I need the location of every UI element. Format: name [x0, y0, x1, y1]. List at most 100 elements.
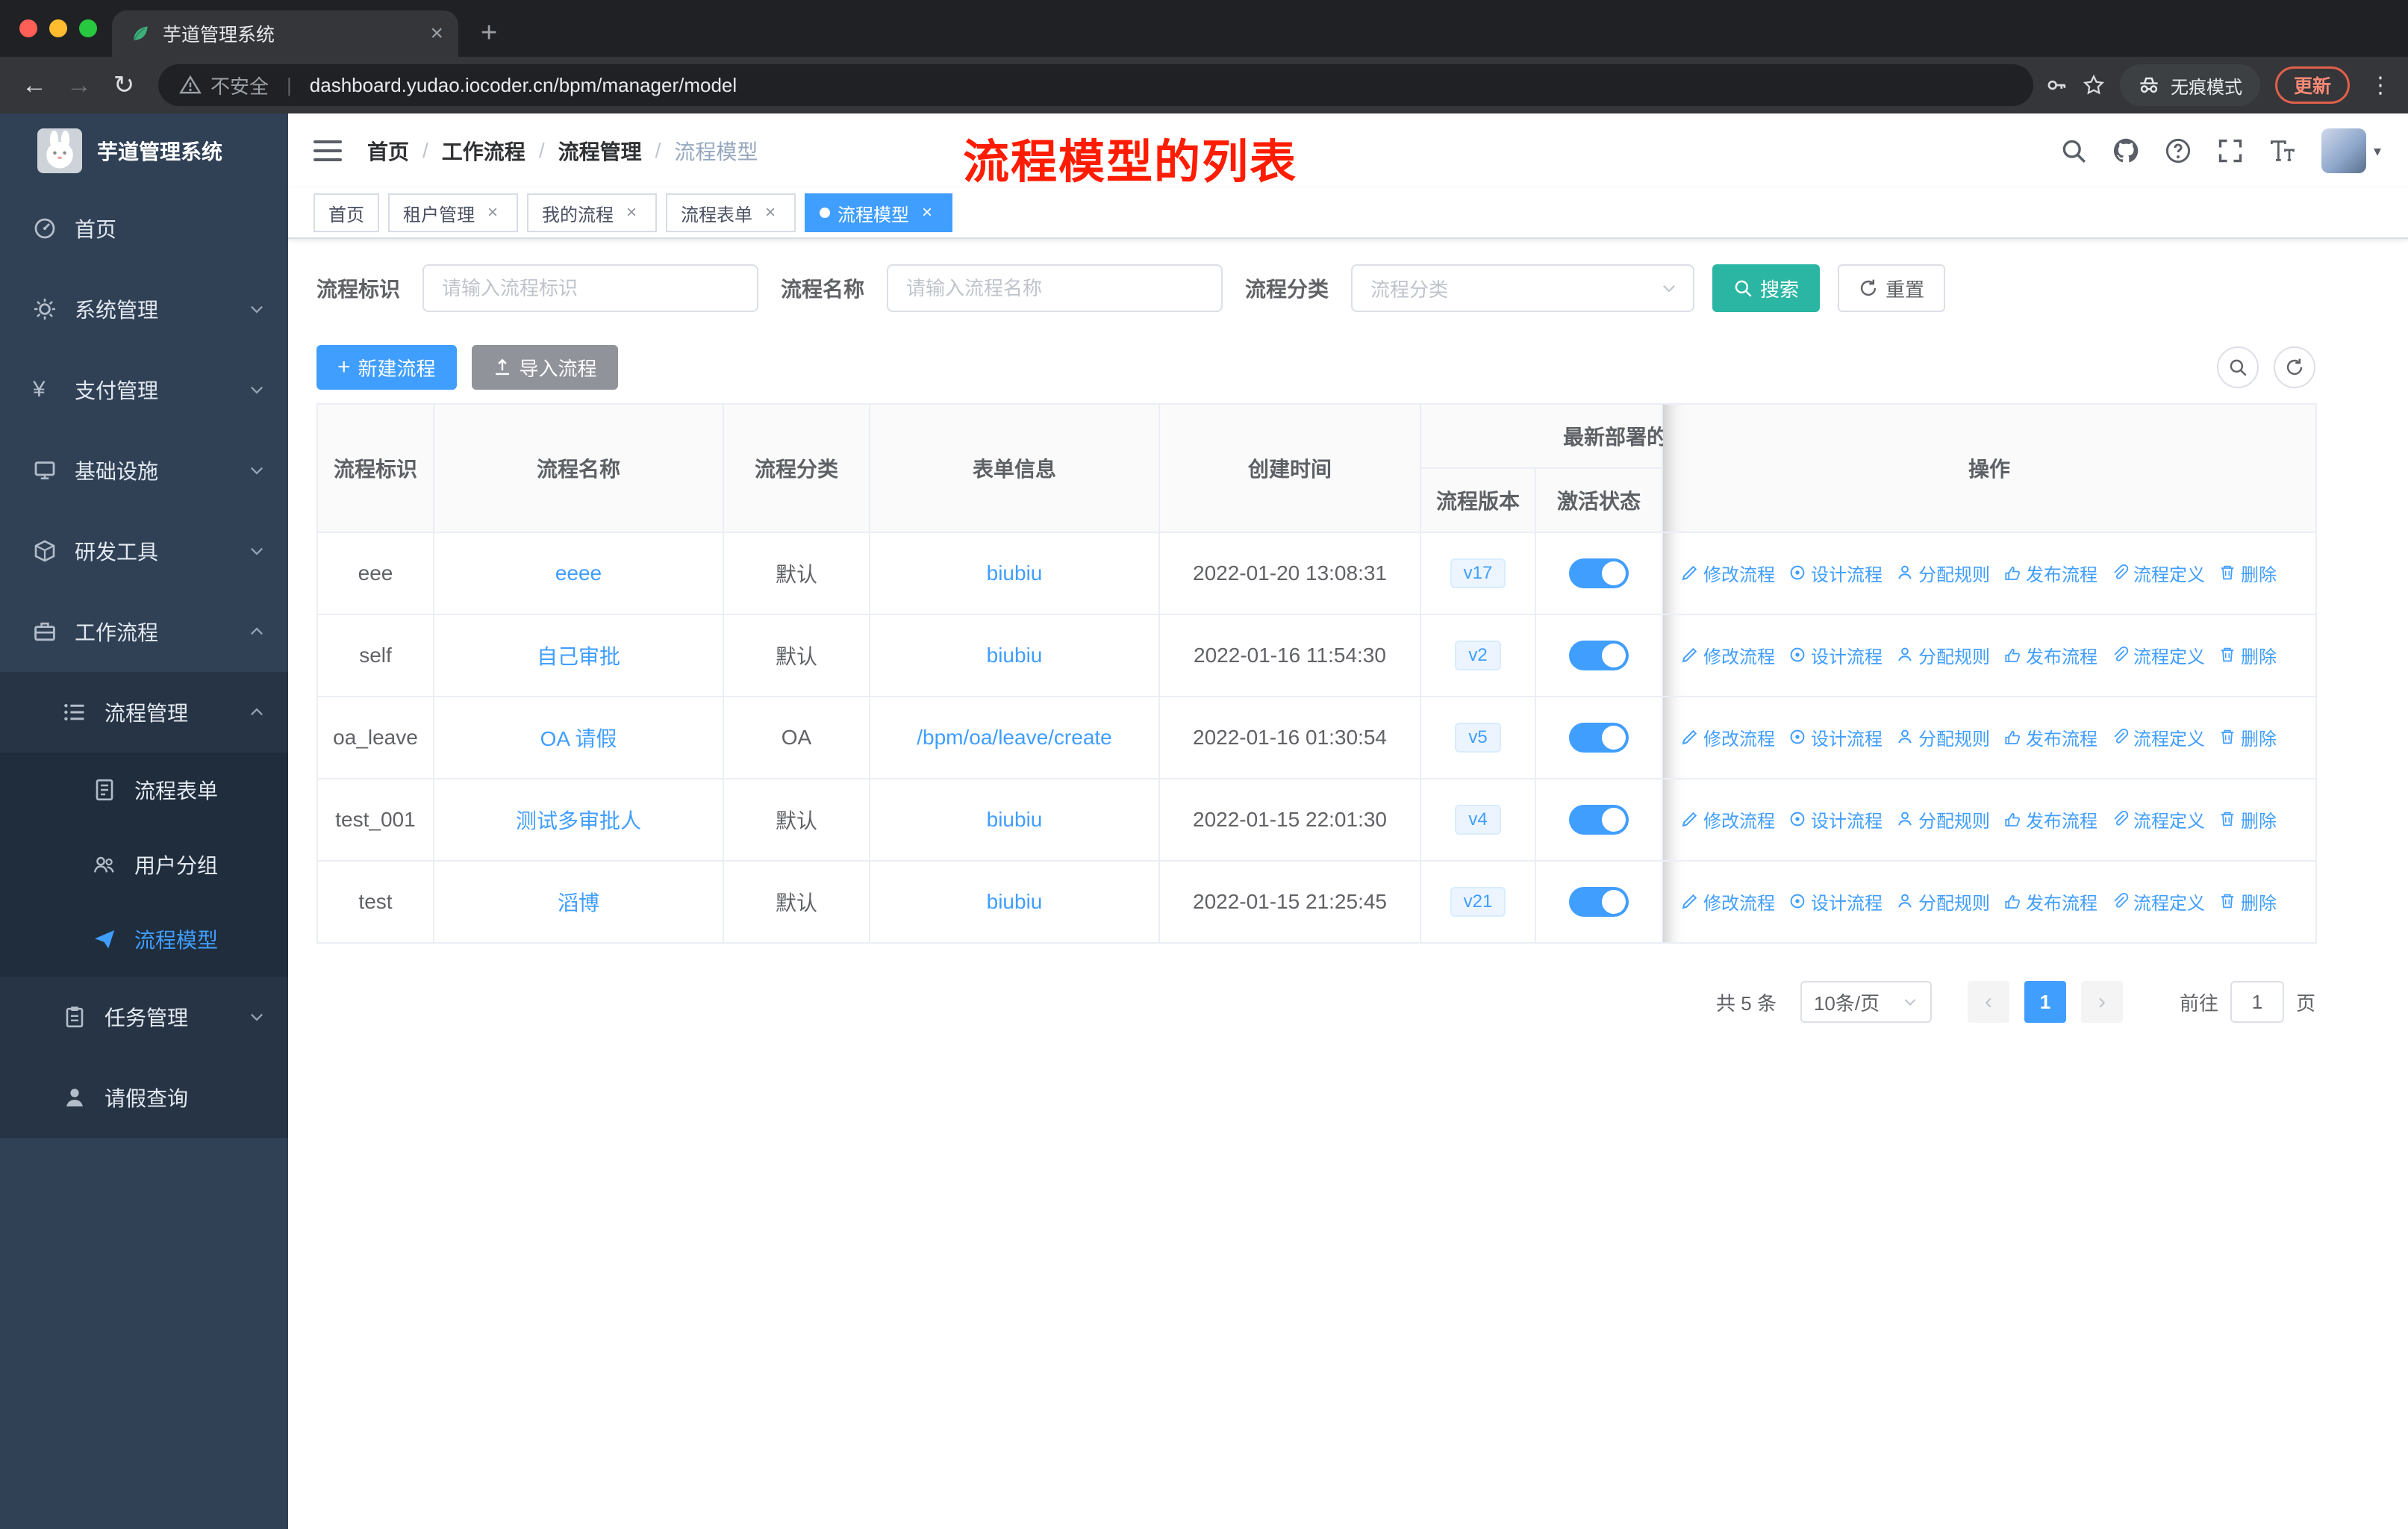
- search-button[interactable]: 搜索: [1712, 264, 1821, 312]
- active-toggle[interactable]: [1569, 723, 1629, 753]
- process-name-input[interactable]: [887, 264, 1223, 312]
- minimize-window-button[interactable]: [49, 19, 67, 37]
- breadcrumb-item[interactable]: 首页: [367, 136, 409, 166]
- tag-home[interactable]: 首页: [314, 193, 379, 232]
- publish-process-link[interactable]: 发布流程: [2003, 560, 2097, 586]
- assign-rule-link[interactable]: 分配规则: [1896, 806, 1990, 832]
- fontsize-icon[interactable]: [2269, 137, 2296, 164]
- delete-link[interactable]: 删除: [2218, 642, 2277, 668]
- tag-tenant[interactable]: 租户管理 ×: [388, 193, 518, 232]
- browser-tab[interactable]: 芋道管理系统 ×: [112, 10, 458, 57]
- browser-menu-icon[interactable]: ⋮: [2365, 72, 2396, 99]
- sidebar-item-leave-query[interactable]: 请假查询: [0, 1057, 288, 1138]
- delete-link[interactable]: 删除: [2218, 560, 2277, 586]
- search-icon[interactable]: [2060, 137, 2087, 164]
- active-toggle[interactable]: [1569, 805, 1629, 835]
- import-process-button[interactable]: 导入流程: [471, 345, 618, 390]
- sidebar-item-home[interactable]: 首页: [0, 188, 288, 269]
- key-icon[interactable]: [2045, 74, 2068, 96]
- delete-link[interactable]: 删除: [2218, 888, 2277, 915]
- sidebar-item-process-manage[interactable]: 流程管理: [0, 672, 288, 753]
- github-icon[interactable]: [2112, 137, 2139, 164]
- breadcrumb-item[interactable]: 工作流程: [442, 136, 525, 166]
- design-process-link[interactable]: 设计流程: [1788, 560, 1883, 586]
- design-process-link[interactable]: 设计流程: [1788, 888, 1883, 915]
- modify-process-link[interactable]: 修改流程: [1681, 806, 1775, 832]
- avatar[interactable]: [2321, 128, 2366, 173]
- sidebar-item-devtools[interactable]: 研发工具: [0, 511, 288, 591]
- publish-process-link[interactable]: 发布流程: [2003, 642, 2097, 668]
- page-size-select[interactable]: 10条/页: [1800, 981, 1932, 1023]
- process-definition-link[interactable]: 流程定义: [2111, 888, 2205, 915]
- assign-rule-link[interactable]: 分配规则: [1896, 642, 1990, 668]
- tag-process-model[interactable]: 流程模型 ×: [805, 193, 952, 232]
- publish-process-link[interactable]: 发布流程: [2003, 724, 2097, 750]
- active-toggle[interactable]: [1569, 641, 1629, 670]
- assign-rule-link[interactable]: 分配规则: [1896, 560, 1990, 586]
- active-toggle[interactable]: [1569, 558, 1629, 588]
- form-info-link[interactable]: biubiu: [987, 808, 1043, 831]
- fullscreen-icon[interactable]: [2217, 137, 2244, 164]
- back-button[interactable]: ←: [12, 57, 57, 113]
- modify-process-link[interactable]: 修改流程: [1681, 642, 1775, 668]
- assign-rule-link[interactable]: 分配规则: [1896, 888, 1990, 915]
- sidebar-item-workflow[interactable]: 工作流程: [0, 591, 288, 672]
- tag-my-process[interactable]: 我的流程 ×: [527, 193, 657, 232]
- process-name-link[interactable]: 滔博: [558, 891, 599, 915]
- create-process-button[interactable]: + 新建流程: [316, 345, 457, 390]
- form-info-link[interactable]: /bpm/oa/leave/create: [917, 726, 1112, 749]
- reset-button[interactable]: 重置: [1838, 264, 1946, 312]
- publish-process-link[interactable]: 发布流程: [2003, 888, 2097, 915]
- current-page-button[interactable]: 1: [2024, 981, 2066, 1023]
- sidebar-item-system[interactable]: 系统管理: [0, 269, 288, 349]
- question-icon[interactable]: [2165, 137, 2192, 164]
- close-tag-icon[interactable]: ×: [621, 202, 642, 223]
- next-page-button[interactable]: ›: [2080, 981, 2123, 1023]
- delete-link[interactable]: 删除: [2218, 724, 2277, 750]
- process-name-link[interactable]: 测试多审批人: [516, 809, 641, 832]
- close-tag-icon[interactable]: ×: [482, 202, 503, 223]
- refresh-table-button[interactable]: [2274, 346, 2315, 388]
- sidebar-item-user-group[interactable]: 用户分组: [0, 827, 288, 902]
- process-definition-link[interactable]: 流程定义: [2111, 806, 2205, 832]
- design-process-link[interactable]: 设计流程: [1788, 642, 1883, 668]
- process-definition-link[interactable]: 流程定义: [2111, 724, 2205, 750]
- close-tag-icon[interactable]: ×: [917, 202, 938, 223]
- process-name-link[interactable]: 自己审批: [537, 645, 620, 668]
- form-info-link[interactable]: biubiu: [987, 644, 1043, 667]
- modify-process-link[interactable]: 修改流程: [1681, 724, 1775, 750]
- close-window-button[interactable]: [19, 19, 37, 37]
- close-tag-icon[interactable]: ×: [760, 202, 781, 223]
- security-indicator[interactable]: 不安全: [179, 72, 269, 99]
- modify-process-link[interactable]: 修改流程: [1681, 560, 1775, 586]
- star-icon[interactable]: [2083, 74, 2105, 96]
- sidebar-item-process-form[interactable]: 流程表单: [0, 753, 288, 827]
- process-category-select[interactable]: 流程分类: [1351, 264, 1695, 312]
- toggle-search-button[interactable]: [2217, 346, 2259, 388]
- sidebar-item-infra[interactable]: 基础设施: [0, 430, 288, 511]
- design-process-link[interactable]: 设计流程: [1788, 806, 1883, 832]
- address-bar[interactable]: 不安全 | dashboard.yudao.iocoder.cn/bpm/man…: [158, 64, 2033, 106]
- modify-process-link[interactable]: 修改流程: [1681, 888, 1775, 915]
- tag-process-form[interactable]: 流程表单 ×: [666, 193, 796, 232]
- assign-rule-link[interactable]: 分配规则: [1896, 724, 1990, 750]
- sidebar-item-payment[interactable]: ¥ 支付管理: [0, 349, 288, 430]
- user-menu[interactable]: ▾: [2321, 128, 2381, 173]
- process-definition-link[interactable]: 流程定义: [2111, 560, 2205, 586]
- active-toggle[interactable]: [1569, 887, 1629, 917]
- update-button[interactable]: 更新: [2274, 66, 2350, 104]
- hamburger-icon[interactable]: [314, 140, 342, 161]
- process-name-link[interactable]: OA 请假: [540, 727, 617, 750]
- sidebar-item-task-manage[interactable]: 任务管理: [0, 977, 288, 1057]
- delete-link[interactable]: 删除: [2218, 806, 2277, 832]
- maximize-window-button[interactable]: [79, 19, 97, 37]
- form-info-link[interactable]: biubiu: [987, 890, 1043, 913]
- process-id-input[interactable]: [422, 264, 759, 312]
- new-tab-button[interactable]: +: [481, 12, 497, 54]
- process-definition-link[interactable]: 流程定义: [2111, 642, 2205, 668]
- breadcrumb-item[interactable]: 流程管理: [558, 136, 642, 166]
- form-info-link[interactable]: biubiu: [987, 561, 1043, 585]
- process-name-link[interactable]: eeee: [555, 561, 602, 585]
- sidebar-item-process-model[interactable]: 流程模型: [0, 902, 288, 977]
- design-process-link[interactable]: 设计流程: [1788, 724, 1883, 750]
